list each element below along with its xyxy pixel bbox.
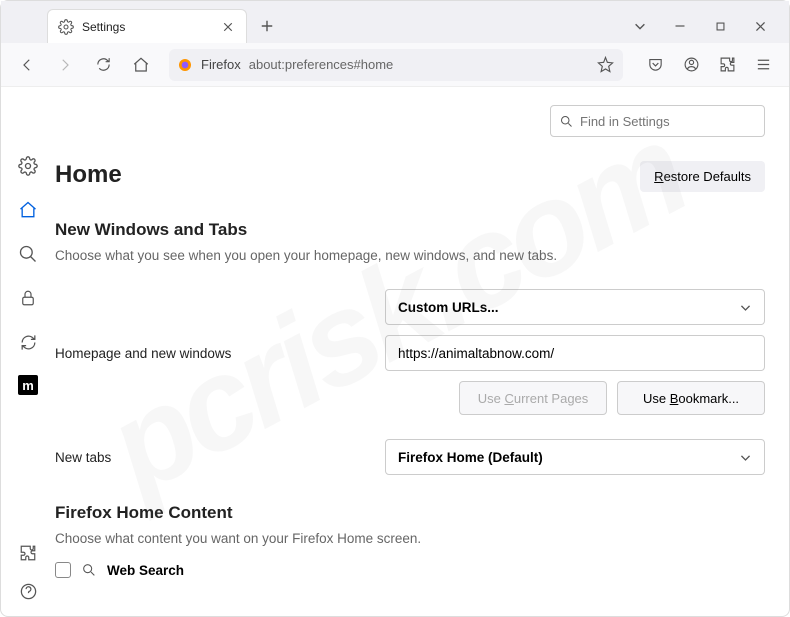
- section-desc: Choose what you see when you open your h…: [55, 248, 765, 263]
- reload-button[interactable]: [87, 49, 119, 81]
- content-area: m Home Restore Defaults New Windows and …: [1, 87, 789, 616]
- homepage-label: Homepage and new windows: [55, 346, 385, 361]
- sidebar-sync-icon[interactable]: [17, 331, 39, 353]
- sidebar-search-icon[interactable]: [17, 243, 39, 265]
- browser-tab[interactable]: Settings: [47, 9, 247, 43]
- gear-icon: [58, 19, 74, 35]
- sidebar-privacy-icon[interactable]: [17, 287, 39, 309]
- newtabs-select[interactable]: Firefox Home (Default): [385, 439, 765, 475]
- tab-bar: Settings: [1, 1, 789, 43]
- settings-search[interactable]: [550, 105, 765, 137]
- newtabs-label: New tabs: [55, 450, 385, 465]
- bookmark-star-icon[interactable]: [597, 56, 615, 74]
- websearch-checkbox[interactable]: [55, 562, 71, 578]
- sidebar-more-icon[interactable]: m: [18, 375, 38, 395]
- minimize-icon[interactable]: [671, 17, 689, 35]
- tab-title: Settings: [82, 20, 212, 34]
- fhc-desc: Choose what content you want on your Fir…: [55, 531, 765, 546]
- chevron-down-icon: [739, 451, 752, 464]
- firefox-icon: [177, 57, 193, 73]
- menu-icon[interactable]: [747, 49, 779, 81]
- newtabs-select-value: Firefox Home (Default): [398, 450, 543, 465]
- back-button[interactable]: [11, 49, 43, 81]
- extensions-icon[interactable]: [711, 49, 743, 81]
- sidebar-extensions-icon[interactable]: [17, 542, 39, 564]
- sidebar-home-icon[interactable]: [17, 199, 39, 221]
- maximize-icon[interactable]: [711, 17, 729, 35]
- tabs-dropdown-icon[interactable]: [631, 17, 649, 35]
- section-title: New Windows and Tabs: [55, 220, 765, 240]
- restore-defaults-button[interactable]: Restore Defaults: [640, 161, 765, 192]
- homepage-url-input[interactable]: [385, 335, 765, 371]
- search-icon: [81, 562, 97, 578]
- forward-button[interactable]: [49, 49, 81, 81]
- fhc-title: Firefox Home Content: [55, 503, 765, 523]
- url-text: about:preferences#home: [249, 57, 589, 72]
- use-bookmark-button[interactable]: Use Bookmark...: [617, 381, 765, 415]
- identity-label: Firefox: [201, 57, 241, 72]
- tabbar-right: [631, 17, 781, 35]
- url-bar[interactable]: Firefox about:preferences#home: [169, 49, 623, 81]
- use-current-pages-button[interactable]: Use Current Pages: [459, 381, 607, 415]
- new-tab-button[interactable]: [253, 12, 281, 40]
- toolbar: Firefox about:preferences#home: [1, 43, 789, 87]
- page-title: Home: [55, 161, 122, 189]
- homepage-select-value: Custom URLs...: [398, 300, 499, 315]
- sidebar: m: [1, 87, 55, 616]
- account-icon[interactable]: [675, 49, 707, 81]
- websearch-label: Web Search: [107, 563, 184, 578]
- search-icon: [559, 114, 574, 129]
- settings-search-input[interactable]: [580, 114, 756, 129]
- homepage-select[interactable]: Custom URLs...: [385, 289, 765, 325]
- sidebar-help-icon[interactable]: [17, 580, 39, 602]
- sidebar-general-icon[interactable]: [17, 155, 39, 177]
- main-panel: Home Restore Defaults New Windows and Ta…: [55, 87, 789, 616]
- pocket-icon[interactable]: [639, 49, 671, 81]
- chevron-down-icon: [739, 301, 752, 314]
- home-button[interactable]: [125, 49, 157, 81]
- toolbar-right: [639, 49, 779, 81]
- window-close-icon[interactable]: [751, 17, 769, 35]
- close-icon[interactable]: [220, 19, 236, 35]
